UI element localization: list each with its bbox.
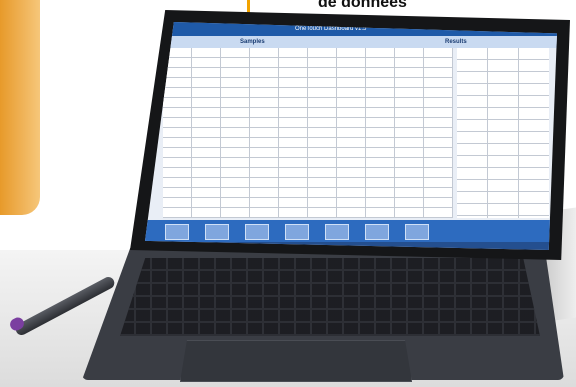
results-table xyxy=(457,48,549,218)
toolbar-button[interactable] xyxy=(285,224,309,240)
results-header: Results xyxy=(445,39,467,45)
trackpad xyxy=(180,340,412,382)
samples-header: Samples xyxy=(240,39,265,45)
toolbar-button[interactable] xyxy=(245,224,269,240)
section-headers: Samples Results xyxy=(145,36,557,48)
samples-table xyxy=(163,48,453,218)
tablet-screen: OneTouch Dashboard v1.5 Samples Results xyxy=(145,22,557,250)
toolbar-button[interactable] xyxy=(165,224,189,240)
toolbar-button[interactable] xyxy=(365,224,389,240)
caption-text: de données xyxy=(318,0,407,11)
toolbar-button[interactable] xyxy=(405,224,429,240)
orange-accent-panel xyxy=(0,0,40,215)
toolbar-button[interactable] xyxy=(325,224,349,240)
toolbar-button[interactable] xyxy=(205,224,229,240)
keyboard-key-rows xyxy=(120,258,540,336)
